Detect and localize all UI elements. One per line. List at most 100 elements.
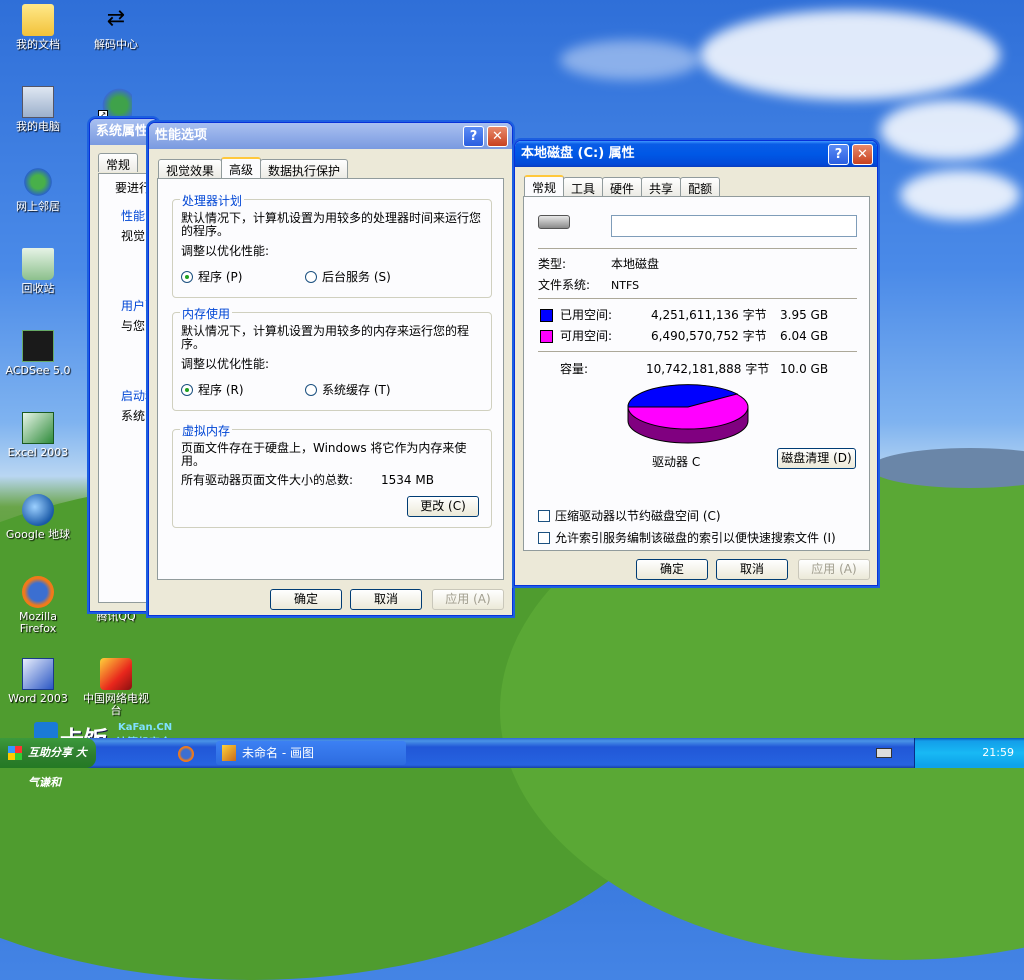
apply-button[interactable]: 应用 (A): [798, 559, 870, 580]
volume-label-input[interactable]: [611, 215, 857, 237]
clock[interactable]: 21:59: [982, 746, 1014, 759]
desktop-icon-my-computer[interactable]: 我的电脑: [0, 86, 76, 133]
disk-usage-pie-chart: [627, 384, 749, 444]
performance-options-window: 性能选项 ? ✕ 视觉效果 高级 数据执行保护 处理器计划 默认情况下，计算机设…: [148, 122, 513, 616]
ok-button[interactable]: 确定: [270, 589, 342, 610]
capacity-bytes: 10,742,181,888 字节: [646, 362, 770, 376]
tab-advanced[interactable]: 高级: [221, 157, 262, 178]
desktop-icon-label: 中国网络电视台: [83, 692, 149, 717]
desktop-icon-network-places[interactable]: 网上邻居: [0, 166, 76, 213]
radio-label: 系统缓存 (T): [322, 383, 391, 397]
cancel-button[interactable]: 取消: [716, 559, 788, 580]
desktop-icon-label: Mozilla Firefox: [19, 610, 57, 635]
taskbar-item-label: 未命名 - 画图: [242, 746, 314, 760]
windows-logo-icon: [8, 746, 22, 760]
arrows-icon: ⇄: [106, 6, 126, 31]
divider: [538, 248, 857, 249]
keyboard-icon[interactable]: [876, 748, 892, 758]
free-space-bytes: 6,490,570,752 字节: [651, 329, 767, 343]
cpu-scheduling-label: 处理器计划: [180, 192, 245, 209]
radio-icon: [305, 383, 317, 396]
checkbox-icon: [538, 531, 550, 544]
help-button[interactable]: ?: [828, 144, 849, 165]
tab-general[interactable]: 常规: [98, 153, 139, 172]
tab-quota[interactable]: 配额: [680, 177, 721, 196]
tab-sharing[interactable]: 共享: [641, 177, 682, 196]
cancel-button[interactable]: 取消: [350, 589, 422, 610]
tab-visual-effects[interactable]: 视觉效果: [158, 159, 223, 178]
disk-cleanup-button[interactable]: 磁盘清理 (D): [777, 448, 856, 469]
cpu-programs-radio[interactable]: 程序 (P): [181, 268, 242, 285]
desktop-icon-label: Excel 2003: [7, 446, 69, 459]
network-globe-icon: ↗: [98, 86, 132, 120]
taskbar-item-paint[interactable]: 未命名 - 画图: [216, 741, 406, 765]
close-button[interactable]: ✕: [487, 126, 508, 147]
desktop-icon-recycle-bin[interactable]: 回收站: [0, 248, 76, 295]
desktop-icon-label: 我的电脑: [16, 120, 60, 133]
acdsee-eye-icon: [22, 330, 54, 362]
paging-file-total-label: 所有驱动器页面文件大小的总数:: [181, 473, 354, 487]
desktop-icon-decoder[interactable]: ⇄ 解码中心: [78, 4, 154, 51]
firefox-icon: [22, 576, 54, 608]
help-button[interactable]: ?: [463, 126, 484, 147]
tab-tools[interactable]: 工具: [563, 177, 604, 196]
compress-drive-checkbox[interactable]: 压缩驱动器以节约磁盘空间 (C): [538, 507, 721, 524]
desktop-icon-label: 回收站: [21, 282, 55, 295]
virtual-memory-description: 页面文件存在于硬盘上，Windows 将它作为内存来使用。: [181, 441, 467, 468]
memory-adjust-label: 调整以优化性能:: [181, 357, 270, 371]
desktop-icon-word[interactable]: Word 2003: [0, 658, 76, 705]
used-space-gb: 3.95 GB: [780, 308, 829, 322]
checkbox-label: 压缩驱动器以节约磁盘空间 (C): [555, 509, 721, 523]
cpu-background-radio[interactable]: 后台服务 (S): [305, 268, 391, 285]
disk-properties-titlebar[interactable]: 本地磁盘 (C:) 属性 ? ✕: [515, 141, 877, 167]
close-button[interactable]: ✕: [852, 144, 873, 165]
computer-icon: [22, 86, 54, 118]
checkbox-label: 允许索引服务编制该磁盘的索引以便快速搜索文件 (I): [555, 531, 836, 545]
local-disk-properties-window: 本地磁盘 (C:) 属性 ? ✕ 常规 工具 硬件 共享 配额 类型: 本地磁盘…: [514, 140, 878, 586]
used-space-label: 已用空间:: [560, 308, 613, 322]
general-panel: 类型: 本地磁盘 文件系统: NTFS 已用空间: 4,251,611,136 …: [523, 196, 870, 551]
desktop-icon-my-documents[interactable]: 我的文档: [0, 4, 76, 51]
change-button[interactable]: 更改 (C): [407, 496, 479, 517]
desktop-icon-google-earth[interactable]: Google 地球: [0, 494, 76, 541]
desktop-icon-network-shortcut[interactable]: ↗: [78, 86, 154, 121]
memory-description: 默认情况下，计算机设置为用较多的内存来运行您的程序。: [181, 324, 470, 351]
taskbar: 互助分享 大气谦和 未命名 - 画图 21:59: [0, 738, 1024, 789]
divider: [538, 351, 857, 352]
group-performance: 性能: [121, 209, 146, 223]
tab-data-execution-prevention[interactable]: 数据执行保护: [260, 159, 349, 178]
cpu-scheduling-group: 处理器计划 默认情况下，计算机设置为用较多的处理器时间来运行您的程序。 调整以优…: [172, 192, 492, 298]
startup-text: 系统: [121, 409, 146, 423]
window-title: 本地磁盘 (C:) 属性: [521, 146, 635, 161]
radio-label: 程序 (P): [198, 270, 243, 284]
memory-usage-group: 内存使用 默认情况下，计算机设置为用较多的内存来运行您的程序。 调整以优化性能:…: [172, 305, 492, 411]
cntv-icon: [100, 658, 132, 690]
window-title: 系统属性: [96, 124, 149, 139]
performance-options-titlebar[interactable]: 性能选项 ? ✕: [149, 123, 512, 149]
start-button[interactable]: 互助分享 大气谦和: [0, 738, 96, 789]
used-space-bytes: 4,251,611,136 字节: [651, 308, 767, 322]
paging-file-total-value: 1534 MB: [381, 473, 434, 487]
desktop-icon-acdsee[interactable]: ACDSee 5.0: [0, 330, 76, 377]
word-icon: [22, 658, 54, 690]
desktop-icon-label: 我的文档: [16, 38, 60, 51]
filesystem-value: NTFS: [611, 279, 640, 292]
tab-hardware[interactable]: 硬件: [602, 177, 643, 196]
capacity-label: 容量:: [560, 362, 589, 376]
memory-programs-radio[interactable]: 程序 (R): [181, 381, 244, 398]
ok-button[interactable]: 确定: [636, 559, 708, 580]
watermark-site: KaFan.CN: [118, 722, 173, 733]
desktop-icon-cntv[interactable]: 中国网络电视台: [78, 658, 154, 717]
filesystem-label: 文件系统:: [538, 278, 591, 292]
memory-system-cache-radio[interactable]: 系统缓存 (T): [305, 381, 391, 398]
desktop-icon-firefox[interactable]: Mozilla Firefox: [0, 576, 76, 635]
allow-indexing-checkbox[interactable]: 允许索引服务编制该磁盘的索引以便快速搜索文件 (I): [538, 529, 836, 546]
free-space-label: 可用空间:: [560, 329, 613, 343]
excel-icon: [22, 412, 54, 444]
recycle-bin-icon: [22, 248, 54, 280]
apply-button[interactable]: 应用 (A): [432, 589, 504, 610]
quick-launch-firefox-icon[interactable]: [178, 746, 194, 762]
folder-icon: [22, 4, 54, 36]
desktop-icon-excel[interactable]: Excel 2003: [0, 412, 76, 459]
tab-general[interactable]: 常规: [524, 175, 565, 196]
